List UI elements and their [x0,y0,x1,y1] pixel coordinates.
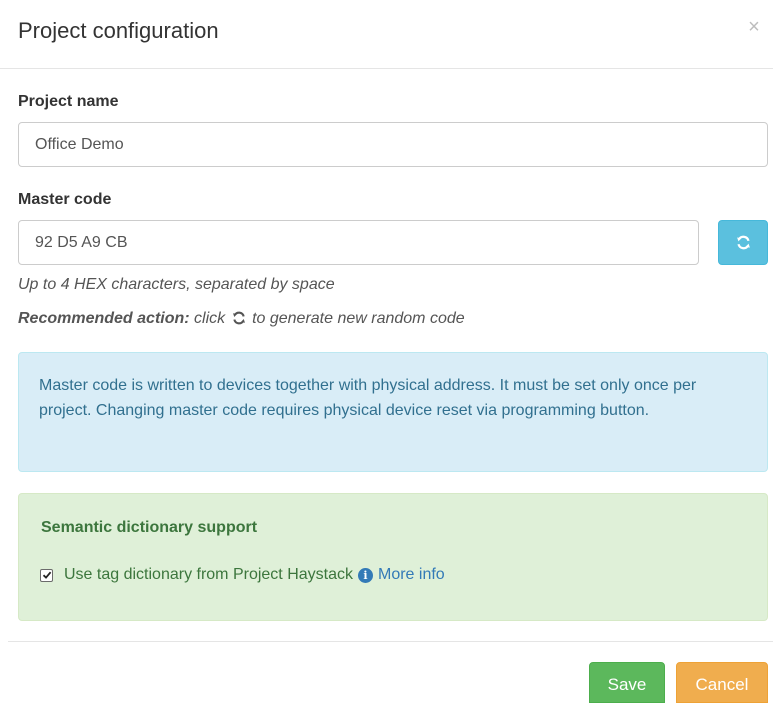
tag-dictionary-label[interactable]: Use tag dictionary from Project Haystack [64,566,353,584]
generate-code-button[interactable] [718,220,768,265]
footer-divider [8,641,773,642]
master-code-label: Master code [18,191,112,208]
refresh-icon [736,235,750,250]
master-code-info-alert: Master code is written to devices togeth… [18,352,768,472]
recommended-action-pre: click [194,310,226,327]
recommended-action-label: Recommended action: [18,310,190,327]
info-circle-icon: i [358,567,373,583]
recommended-action-text: Recommended action: click to generate ne… [18,310,465,328]
tag-dictionary-option: Use tag dictionary from Project Haystack… [40,566,445,584]
more-info-link[interactable]: i More info [358,566,445,584]
master-code-help: Up to 4 HEX characters, separated by spa… [18,276,335,293]
tag-dictionary-checkbox[interactable] [40,568,53,582]
modal-header: Project configuration × [0,0,773,69]
modal-title: Project configuration [18,18,219,43]
project-configuration-dialog: Project configuration × Project name Mas… [0,0,773,703]
master-code-input[interactable] [18,220,699,265]
project-name-label: Project name [18,93,119,110]
save-button[interactable]: Save [589,662,665,703]
semantic-dictionary-title: Semantic dictionary support [41,519,258,536]
more-info-label: More info [378,566,445,583]
semantic-dictionary-panel: Semantic dictionary support Use tag dict… [18,493,768,621]
refresh-icon [232,311,245,325]
cancel-button[interactable]: Cancel [676,662,768,703]
project-name-input[interactable] [18,122,768,167]
recommended-action-post: to generate new random code [252,310,465,327]
close-button[interactable]: × [743,14,765,40]
info-alert-text: Master code is written to devices togeth… [39,377,697,419]
checkmark-icon [42,571,51,579]
